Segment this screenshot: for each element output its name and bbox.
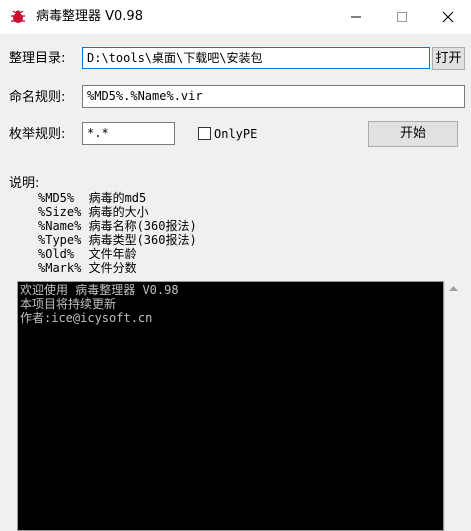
console-scrollbar[interactable]: [444, 281, 461, 531]
dir-input[interactable]: D:\tools\桌面\下载吧\安装包: [82, 47, 430, 69]
maximize-button[interactable]: [379, 0, 425, 34]
onlype-label[interactable]: OnlyPE: [214, 126, 257, 142]
description-line: %Old% 文件年龄: [38, 247, 137, 261]
description-line: %Size% 病毒的大小: [38, 205, 149, 219]
console-line: 作者:ice@icysoft.cn: [20, 311, 153, 325]
close-icon: [442, 11, 454, 23]
description-header: 说明:: [9, 176, 40, 191]
dir-label: 整理目录:: [9, 51, 66, 66]
naming-label: 命名规则:: [9, 90, 66, 105]
description-line: %Name% 病毒名称(360报法): [38, 219, 197, 233]
start-button[interactable]: 开始: [368, 121, 458, 147]
description-line: %MD5% 病毒的md5: [38, 191, 147, 205]
close-button[interactable]: [425, 0, 471, 34]
virus-icon: [9, 8, 27, 26]
console-output[interactable]: 欢迎使用 病毒整理器 V0.98 本项目将持续更新 作者:ice@icysoft…: [17, 281, 444, 531]
scroll-up-arrow-icon[interactable]: [449, 286, 458, 292]
title-bar[interactable]: 病毒整理器 V0.98: [0, 0, 471, 34]
description-line: %Type% 病毒类型(360报法): [38, 233, 197, 247]
enum-label: 枚举规则:: [9, 127, 66, 142]
minimize-icon: [351, 16, 361, 18]
console-line: 本项目将持续更新: [20, 297, 117, 311]
window-title: 病毒整理器 V0.98: [36, 9, 143, 24]
console-line: 欢迎使用 病毒整理器 V0.98: [20, 283, 179, 297]
maximize-icon: [397, 12, 407, 22]
minimize-button[interactable]: [333, 0, 379, 34]
description-line: %Mark% 文件分数: [38, 261, 137, 275]
onlype-checkbox[interactable]: [198, 127, 211, 140]
open-button[interactable]: 打开: [432, 47, 465, 70]
enum-input[interactable]: *.*: [82, 122, 175, 145]
naming-input[interactable]: %MD5%.%Name%.vir: [82, 85, 465, 108]
